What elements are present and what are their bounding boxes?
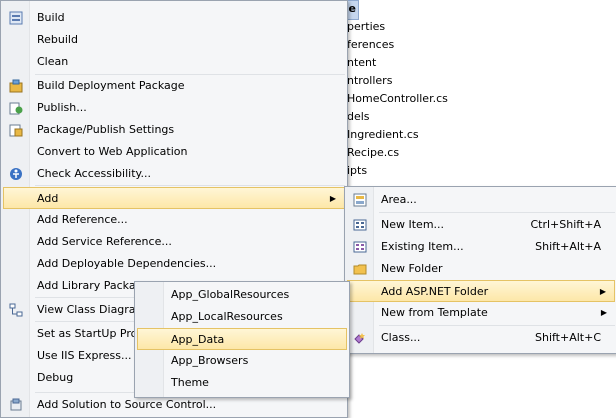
menu-item-label: View Class Diagram (37, 303, 147, 316)
menu-item-check-accessibility[interactable]: Check Accessibility... (3, 163, 345, 185)
tree-node[interactable]: ntent (347, 54, 376, 72)
menu-item-package-publish-settings[interactable]: Package/Publish Settings (3, 119, 345, 141)
menu-item-add-reference[interactable]: Add Reference... (3, 209, 345, 231)
tree-node-label: dels (347, 110, 370, 123)
menu-item-add-deployable-dependencies[interactable]: Add Deployable Dependencies... (3, 253, 345, 275)
package-icon (9, 79, 23, 93)
tree-node-label: ipts (347, 164, 368, 177)
tree-node-label: Recipe.cs (347, 146, 400, 159)
menu-item-label: App_Browsers (171, 354, 249, 367)
accessibility-icon (10, 168, 22, 180)
tree-node[interactable]: perties (347, 18, 385, 36)
menu-item-label: Add Deployable Dependencies... (37, 257, 217, 270)
folder-icon (353, 264, 367, 275)
menu-item-label: Check Accessibility... (37, 167, 151, 180)
menu-item-label: Publish... (37, 101, 87, 114)
menu-item-shortcut: Shift+Alt+A (535, 240, 601, 253)
tree-node[interactable]: HomeController.cs (347, 90, 448, 108)
menu-item-rebuild[interactable]: Rebuild (3, 29, 345, 51)
menu-item-label: App_Data (171, 333, 225, 346)
menu-item-app-data[interactable]: App_Data (137, 328, 347, 350)
aspnet-folder-submenu: App_GlobalResources App_LocalResources A… (134, 281, 350, 398)
menu-item-label: Build (37, 11, 65, 24)
menu-item-add-service-reference[interactable]: Add Service Reference... (3, 231, 345, 253)
menu-item-new-item[interactable]: New Item... Ctrl+Shift+A (347, 214, 615, 236)
menu-item-label: New Folder (381, 262, 443, 275)
menu-item-label: Package/Publish Settings (37, 123, 175, 136)
publish-icon (9, 102, 23, 115)
tree-node-label: perties (347, 20, 386, 33)
class-diagram-icon (9, 303, 23, 317)
tree-node[interactable]: ntrollers (347, 72, 392, 90)
menu-item-label: Use IIS Express... (37, 349, 132, 362)
menu-item-label: App_GlobalResources (171, 288, 290, 301)
settings-icon (9, 124, 23, 137)
tree-node-label: HomeController.cs (347, 92, 448, 105)
menu-item-label: Add (37, 192, 59, 205)
area-icon (353, 193, 367, 207)
menu-item-new-from-template[interactable]: New from Template ▶ (347, 302, 615, 324)
new-item-icon (353, 219, 367, 231)
menu-separator (379, 212, 615, 213)
menu-item-add-aspnet-folder[interactable]: Add ASP.NET Folder ▶ (347, 280, 615, 302)
menu-separator (379, 325, 615, 326)
tree-node[interactable]: dels (347, 108, 370, 126)
menu-item-theme[interactable]: Theme (137, 372, 347, 394)
menu-item-existing-item[interactable]: Existing Item... Shift+Alt+A (347, 236, 615, 258)
menu-item-convert-web-application[interactable]: Convert to Web Application (3, 141, 345, 163)
menu-item-clean[interactable]: Clean (3, 51, 345, 73)
menu-item-build[interactable]: Build (3, 7, 345, 29)
menu-item-label: Existing Item... (381, 240, 464, 253)
menu-item-label: App_LocalResources (171, 310, 283, 323)
menu-item-label: Add ASP.NET Folder (381, 285, 489, 298)
tree-node-label: ntent (347, 56, 377, 69)
source-control-icon (10, 398, 22, 411)
submenu-arrow-icon: ▶ (600, 308, 607, 317)
menu-item-label: Build Deployment Package (37, 79, 185, 92)
menu-item-publish[interactable]: Publish... (3, 97, 345, 119)
tree-node-label: ntrollers (347, 74, 393, 87)
menu-item-label: Convert to Web Application (37, 145, 188, 158)
add-submenu: Area... New Item... Ctrl+Shift+A Existin… (344, 186, 616, 354)
tree-node-label: Ingredient.cs (347, 128, 419, 141)
class-icon (354, 333, 365, 344)
menu-item-label: Add Service Reference... (37, 235, 172, 248)
submenu-arrow-icon: ▶ (329, 194, 336, 203)
menu-item-new-folder[interactable]: New Folder (347, 258, 615, 280)
menu-item-label: New Item... (381, 218, 445, 231)
menu-item-build-deployment-package[interactable]: Build Deployment Package (3, 75, 345, 97)
existing-item-icon (353, 241, 367, 253)
menu-item-label: Area... (381, 193, 417, 206)
tree-node[interactable]: Ingredient.cs (347, 126, 419, 144)
menu-item-app-browsers[interactable]: App_Browsers (137, 350, 347, 372)
tree-node[interactable]: ipts (347, 162, 367, 180)
menu-item-label: Class... (381, 331, 421, 344)
menu-item-label: New from Template (381, 306, 488, 319)
menu-item-label: Clean (37, 55, 69, 68)
menu-separator (35, 185, 345, 186)
menu-item-label: Add Reference... (37, 213, 128, 226)
tree-node-label: ferences (347, 38, 395, 51)
menu-item-label: Rebuild (37, 33, 78, 46)
menu-item-add[interactable]: Add ▶ (3, 187, 345, 209)
tree-node[interactable]: Recipe.cs (347, 144, 399, 162)
submenu-arrow-icon: ▶ (599, 287, 606, 296)
menu-item-class[interactable]: Class... Shift+Alt+C (347, 327, 615, 349)
menu-item-shortcut: Shift+Alt+C (534, 331, 601, 344)
menu-item-label: Debug (37, 371, 74, 384)
build-icon (9, 11, 23, 25)
menu-item-label: Theme (171, 376, 209, 389)
menu-item-app-globalresources[interactable]: App_GlobalResources (137, 284, 347, 306)
tree-node[interactable]: ferences (347, 36, 394, 54)
menu-item-app-localresources[interactable]: App_LocalResources (137, 306, 347, 328)
menu-item-shortcut: Ctrl+Shift+A (530, 218, 601, 231)
menu-item-area[interactable]: Area... (347, 189, 615, 211)
